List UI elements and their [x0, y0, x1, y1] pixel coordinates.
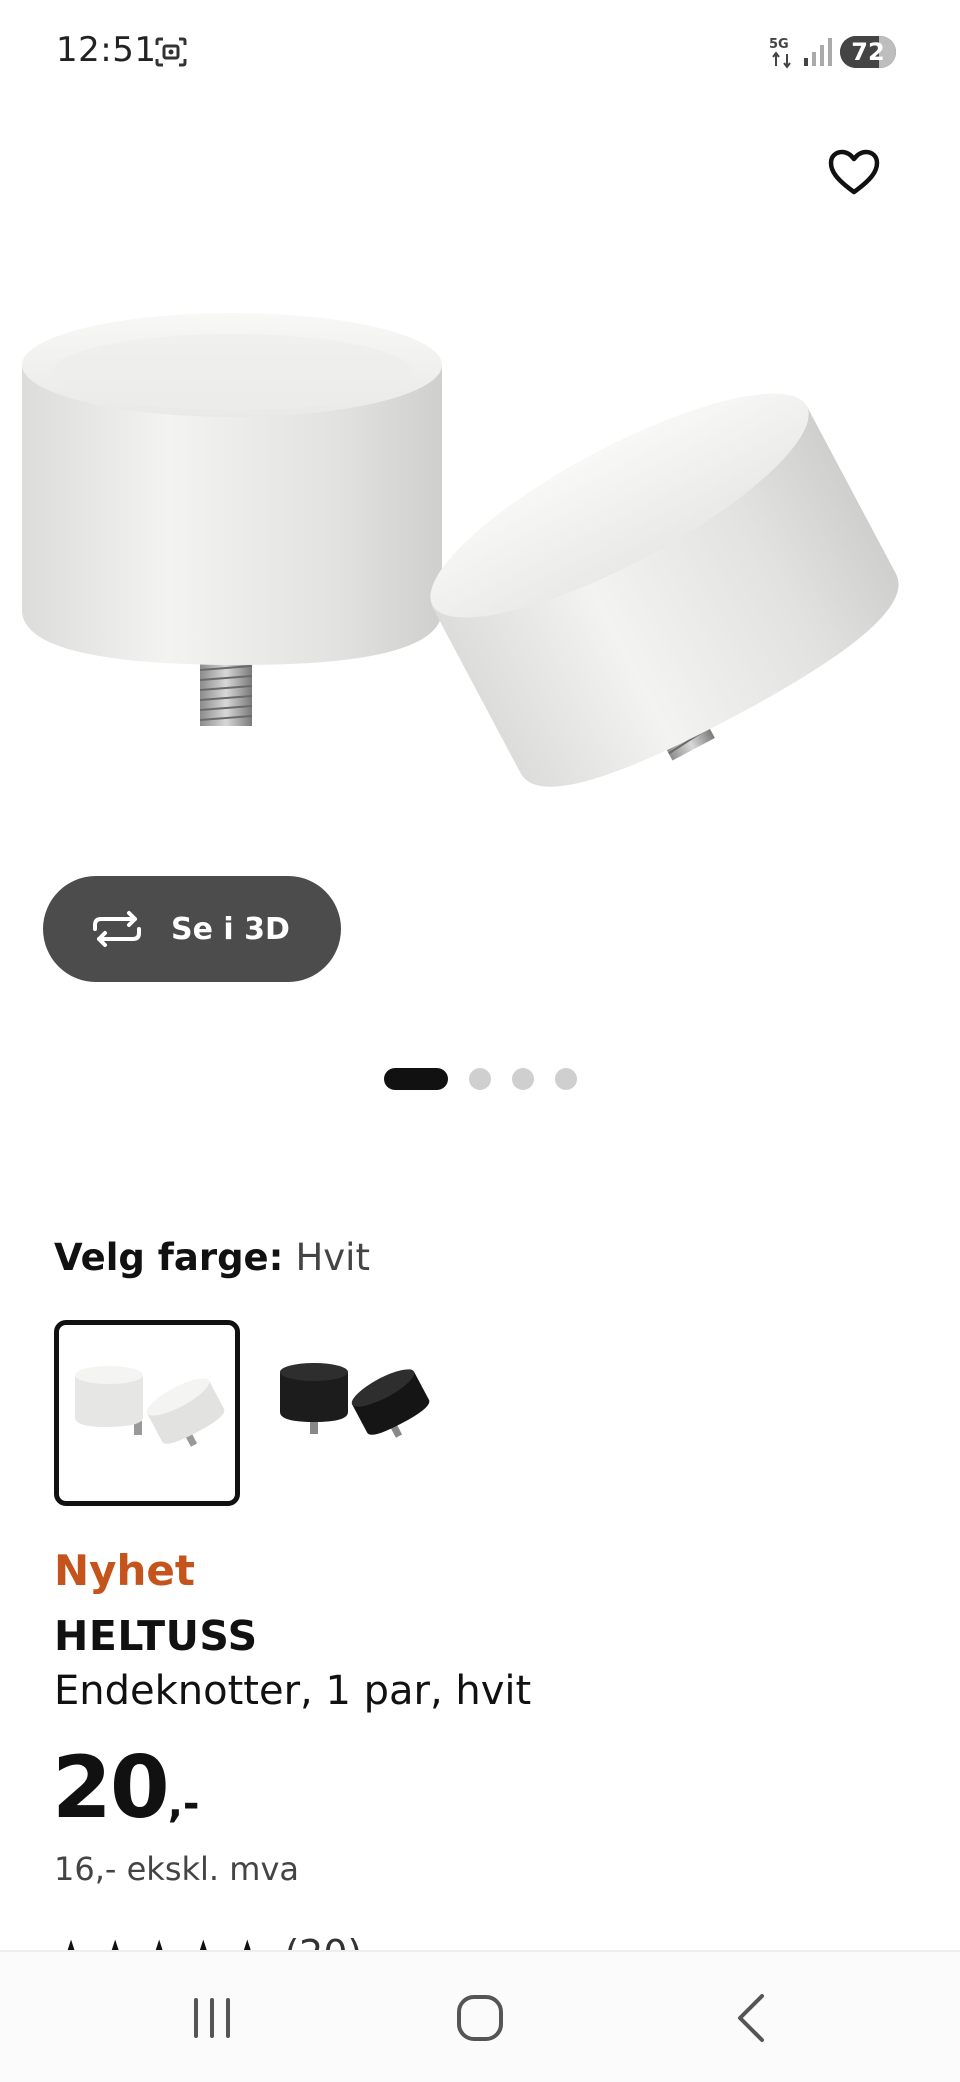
- price-excl-vat: 16,- ekskl. mva: [54, 1850, 299, 1888]
- favorite-heart-icon[interactable]: [826, 146, 882, 202]
- pagination-dot[interactable]: [512, 1068, 534, 1090]
- home-icon[interactable]: [450, 1988, 510, 2048]
- product-image[interactable]: [0, 280, 960, 840]
- pagination-dot[interactable]: [469, 1068, 491, 1090]
- svg-text:5G: 5G: [769, 37, 789, 52]
- new-badge: Nyhet: [54, 1546, 195, 1595]
- price-decimal: ,-: [167, 1781, 200, 1827]
- system-navigation-bar: [0, 1950, 960, 2082]
- right-knob: [430, 393, 899, 787]
- price-integer: 20: [52, 1738, 170, 1838]
- view-3d-label: Se i 3D: [171, 911, 290, 947]
- pagination-dot[interactable]: [555, 1068, 577, 1090]
- product-name: HELTUSS: [54, 1612, 258, 1660]
- image-pagination: [384, 1068, 598, 1090]
- signal-icon: [804, 38, 832, 66]
- selected-color: Hvit: [295, 1236, 370, 1279]
- color-label: Velg farge:: [54, 1236, 284, 1279]
- battery-indicator: 72: [840, 36, 896, 68]
- recent-apps-icon[interactable]: [182, 1988, 242, 2048]
- status-time: 12:51: [56, 30, 157, 70]
- back-icon[interactable]: [720, 1988, 780, 2048]
- screenshot-icon: [155, 37, 187, 67]
- network-5g-icon: 5G: [769, 37, 791, 69]
- color-swatch-white[interactable]: [54, 1320, 240, 1506]
- product-description: Endeknotter, 1 par, hvit: [54, 1668, 532, 1714]
- color-selector-heading: Velg farge: Hvit: [54, 1236, 370, 1279]
- price: 20,-: [52, 1738, 199, 1838]
- color-swatch-black[interactable]: [262, 1320, 448, 1506]
- black-knobs-thumbnail: [280, 1363, 430, 1438]
- white-knobs-thumbnail: [75, 1366, 225, 1447]
- battery-level: 72: [851, 38, 885, 66]
- pagination-dot[interactable]: [384, 1068, 448, 1090]
- left-knob: [22, 313, 442, 726]
- view-3d-button[interactable]: Se i 3D: [43, 876, 341, 982]
- rotate-3d-icon: [93, 911, 141, 947]
